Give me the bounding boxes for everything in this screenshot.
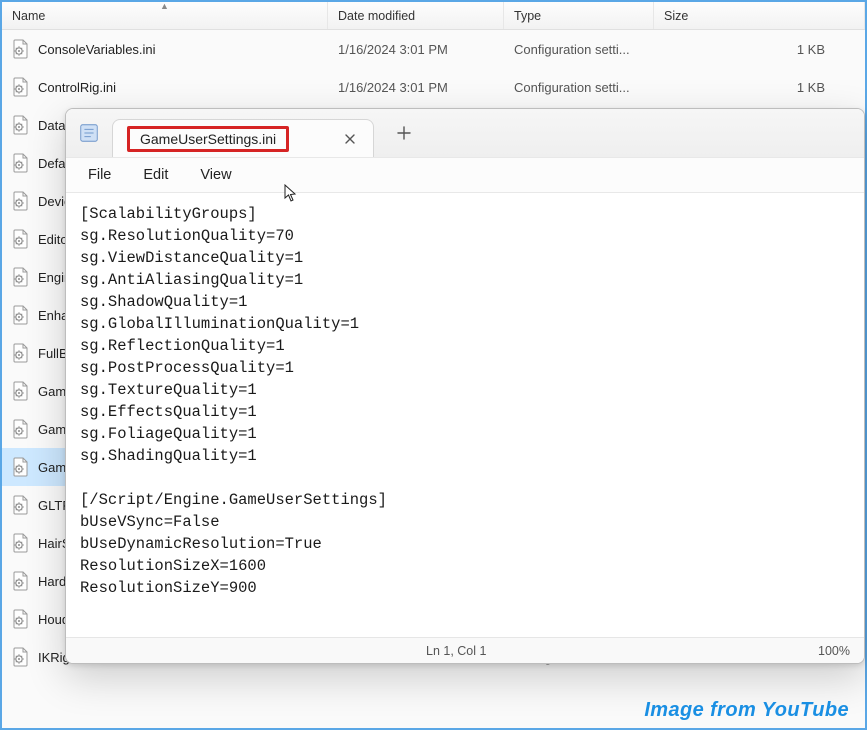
file-name: ControlRig.ini [38,80,116,95]
menu-edit[interactable]: Edit [129,163,182,187]
file-type: Configuration setti... [504,80,654,95]
sort-asc-icon: ▲ [160,1,169,11]
menu-view[interactable]: View [186,163,245,187]
file-name: ConsoleVariables.ini [38,42,156,57]
plus-icon [397,126,411,140]
column-size-label: Size [664,9,688,23]
ini-file-icon [12,39,30,59]
notepad-window: GameUserSettings.ini File Edit View [Sca… [65,108,865,664]
notepad-app-icon [78,122,100,144]
ini-file-icon [12,77,30,97]
ini-file-icon [12,495,30,515]
file-row[interactable]: ControlRig.ini 1/16/2024 3:01 PM Configu… [2,68,865,106]
column-name-label: Name [12,9,45,23]
ini-file-icon [12,191,30,211]
column-name[interactable]: Name ▲ [2,2,328,29]
column-date[interactable]: Date modified [328,2,504,29]
file-type: Configuration setti... [504,42,654,57]
file-size: 1 KB [654,80,865,95]
file-row[interactable]: ConsoleVariables.ini 1/16/2024 3:01 PM C… [2,30,865,68]
ini-file-icon [12,647,30,667]
ini-file-icon [12,533,30,553]
notepad-menubar: File Edit View [66,157,864,193]
notepad-tab[interactable]: GameUserSettings.ini [112,119,374,157]
ini-file-icon [12,457,30,477]
tab-close-button[interactable] [337,126,363,152]
ini-file-icon [12,571,30,591]
notepad-statusbar: Ln 1, Col 1 100% [66,637,864,663]
ini-file-icon [12,381,30,401]
ini-file-icon [12,229,30,249]
column-type[interactable]: Type [504,2,654,29]
notepad-text-area[interactable]: [ScalabilityGroups] sg.ResolutionQuality… [66,193,864,637]
file-date: 1/16/2024 3:01 PM [328,42,504,57]
notepad-tab-title: GameUserSettings.ini [127,126,289,152]
column-headers: Name ▲ Date modified Type Size [2,2,865,30]
column-size[interactable]: Size [654,2,865,29]
ini-file-icon [12,343,30,363]
notepad-titlebar[interactable]: GameUserSettings.ini [66,109,864,157]
status-caret: Ln 1, Col 1 [426,644,486,658]
new-tab-button[interactable] [386,115,422,151]
ini-file-icon [12,153,30,173]
ini-file-icon [12,305,30,325]
file-size: 1 KB [654,42,865,57]
ini-file-icon [12,115,30,135]
ini-file-icon [12,609,30,629]
close-icon [344,133,356,145]
ini-file-icon [12,419,30,439]
column-date-label: Date modified [338,9,415,23]
status-zoom: 100% [818,644,850,658]
watermark-text: Image from YouTube [644,699,849,722]
menu-file[interactable]: File [74,163,125,187]
ini-file-icon [12,267,30,287]
column-type-label: Type [514,9,541,23]
file-date: 1/16/2024 3:01 PM [328,80,504,95]
